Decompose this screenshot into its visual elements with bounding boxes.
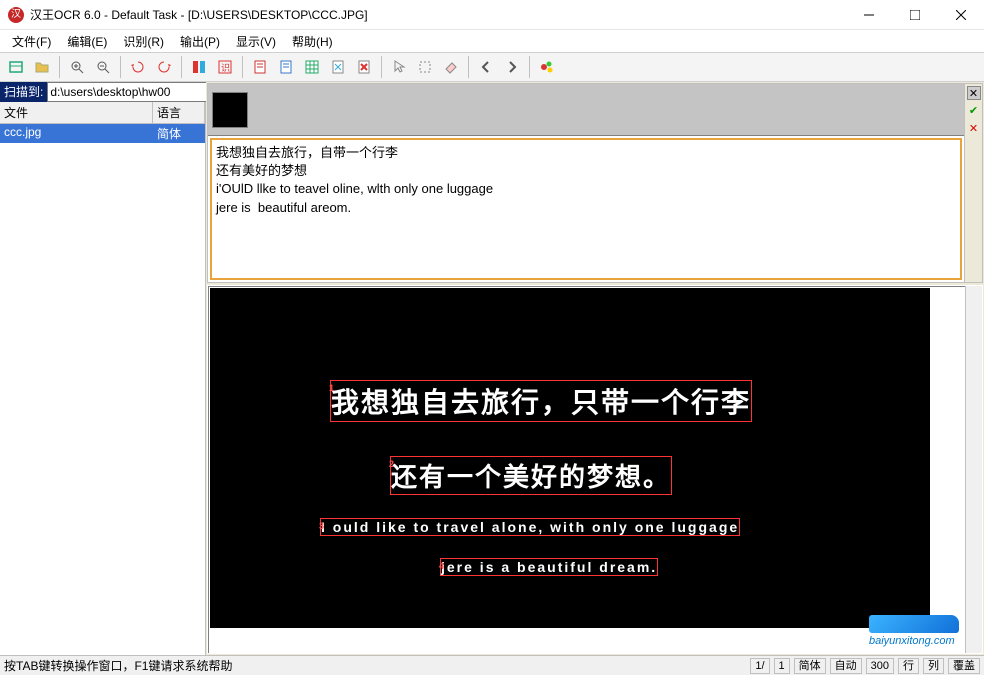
ocr-line: 还有美好的梦想 <box>216 162 956 180</box>
title-bar: 汉 汉王OCR 6.0 - Default Task - [D:\USERS\D… <box>0 0 984 30</box>
status-row: 行 <box>898 658 919 674</box>
window-title: 汉王OCR 6.0 - Default Task - [D:\USERS\DES… <box>30 6 846 23</box>
separator <box>242 56 243 78</box>
reject-icon[interactable]: ✕ <box>967 122 981 136</box>
app-icon: 汉 <box>8 7 24 23</box>
ocr-text-box[interactable]: 我想独自去旅行，自带一个行李 还有美好的梦想 i'OUlD llke to te… <box>210 138 962 280</box>
ocr-line: jere is beautiful areom. <box>216 199 956 217</box>
vertical-scrollbar[interactable] <box>965 286 982 653</box>
menu-view[interactable]: 显示(V) <box>228 31 284 52</box>
zoom-in-icon[interactable] <box>65 55 89 79</box>
ocr-line: i'OUlD llke to teavel oline, wlth only o… <box>216 180 956 198</box>
file-lang: 简体 <box>153 124 205 143</box>
layout-icon[interactable] <box>187 55 211 79</box>
status-help: 按TAB键转换操作窗口，F1键请求系统帮助 <box>4 657 232 674</box>
menu-edit[interactable]: 编辑(E) <box>59 31 115 52</box>
recognize-icon[interactable]: 识 <box>213 55 237 79</box>
status-mode: 覆盖 <box>948 658 980 674</box>
scan-label: 扫描到: <box>0 82 47 102</box>
ocr-line: 我想独自去旅行，自带一个行李 <box>216 144 956 162</box>
file-list[interactable]: ccc.jpg 简体 <box>0 124 205 655</box>
separator <box>529 56 530 78</box>
pointer-icon[interactable] <box>387 55 411 79</box>
status-bar: 按TAB键转换操作窗口，F1键请求系统帮助 1/ 1 简体 自动 300 行 列… <box>0 655 984 675</box>
maximize-button[interactable] <box>892 0 938 30</box>
status-total: 1 <box>774 658 790 674</box>
right-panel: 我想独自去旅行，自带一个行李 还有美好的梦想 i'OUlD llke to te… <box>206 82 984 655</box>
eraser-icon[interactable] <box>439 55 463 79</box>
file-panel: 扫描到: 文件 语言 ccc.jpg 简体 <box>0 82 206 655</box>
svg-text:识: 识 <box>221 63 230 73</box>
select-area-icon[interactable] <box>413 55 437 79</box>
next-icon[interactable] <box>500 55 524 79</box>
separator <box>120 56 121 78</box>
separator <box>468 56 469 78</box>
status-zoom: 300 <box>866 658 894 674</box>
image-canvas: 1我想独自去旅行，只带一个行李 2还有一个美好的梦想。 3I ould like… <box>210 288 930 628</box>
open-icon[interactable] <box>30 55 54 79</box>
status-lang: 简体 <box>794 658 826 674</box>
main-area: 扫描到: 文件 语言 ccc.jpg 简体 我想独自去旅行，自带一个行李 还有美… <box>0 82 984 655</box>
export-rtf-icon[interactable] <box>248 55 272 79</box>
image-view-pane: 1我想独自去旅行，只带一个行李 2还有一个美好的梦想。 3I ould like… <box>207 285 983 654</box>
status-auto: 自动 <box>830 658 862 674</box>
menu-file[interactable]: 文件(F) <box>4 31 59 52</box>
image-text-line-4: 4 jere is a beautiful dream. <box>440 558 658 576</box>
separator <box>381 56 382 78</box>
status-page: 1/ <box>750 658 769 674</box>
close-pane-icon[interactable]: ✕ <box>967 86 981 100</box>
image-viewport[interactable]: 1我想独自去旅行，只带一个行李 2还有一个美好的梦想。 3I ould like… <box>208 286 965 653</box>
window-controls <box>846 0 984 30</box>
toolbar: 识 <box>0 52 984 82</box>
menu-bar: 文件(F) 编辑(E) 识别(R) 输出(P) 显示(V) 帮助(H) <box>0 30 984 52</box>
delete-icon[interactable] <box>352 55 376 79</box>
menu-help[interactable]: 帮助(H) <box>284 31 341 52</box>
thumbnail-strip <box>208 84 964 136</box>
col-lang[interactable]: 语言 <box>153 102 205 123</box>
minimize-button[interactable] <box>846 0 892 30</box>
settings-icon[interactable] <box>535 55 559 79</box>
prev-icon[interactable] <box>474 55 498 79</box>
image-text-line-3: 3I ould like to travel alone, with only … <box>320 518 740 536</box>
close-button[interactable] <box>938 0 984 30</box>
ocr-result-pane: 我想独自去旅行，自带一个行李 还有美好的梦想 i'OUlD llke to te… <box>207 83 983 283</box>
image-text-line-1: 1我想独自去旅行，只带一个行李 <box>330 380 752 422</box>
file-list-header: 文件 语言 <box>0 102 205 124</box>
status-col: 列 <box>923 658 944 674</box>
menu-recognize[interactable]: 识别(R) <box>115 31 172 52</box>
accept-icon[interactable]: ✔ <box>967 104 981 118</box>
file-name: ccc.jpg <box>0 124 153 143</box>
image-text-line-2: 2还有一个美好的梦想。 <box>390 456 672 495</box>
scan-path-input[interactable] <box>47 82 208 102</box>
scan-icon[interactable] <box>4 55 28 79</box>
rotate-right-icon[interactable] <box>152 55 176 79</box>
export-pdf-icon[interactable] <box>326 55 350 79</box>
separator <box>59 56 60 78</box>
scan-path-row: 扫描到: <box>0 82 205 102</box>
side-tool-strip: ✕ ✔ ✕ <box>964 84 982 282</box>
menu-output[interactable]: 输出(P) <box>172 31 228 52</box>
file-row[interactable]: ccc.jpg 简体 <box>0 124 205 143</box>
export-xls-icon[interactable] <box>300 55 324 79</box>
separator <box>181 56 182 78</box>
col-file[interactable]: 文件 <box>0 102 153 123</box>
rotate-left-icon[interactable] <box>126 55 150 79</box>
export-txt-icon[interactable] <box>274 55 298 79</box>
zoom-out-icon[interactable] <box>91 55 115 79</box>
page-thumbnail[interactable] <box>212 92 248 128</box>
